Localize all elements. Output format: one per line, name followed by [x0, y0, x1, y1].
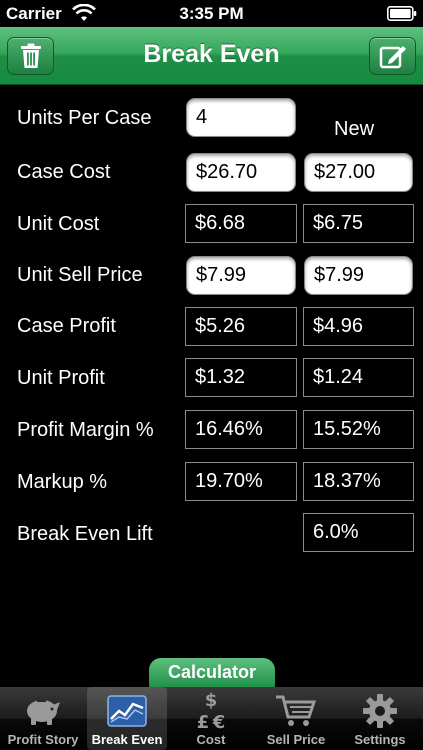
case-profit-value: $5.26 — [185, 307, 297, 346]
new-case-cost-input[interactable]: $27.00 — [304, 153, 413, 192]
new-unit-cost-value: $6.75 — [303, 204, 414, 243]
tab-profit-story-label: Profit Story — [7, 732, 79, 747]
units-per-case-input[interactable]: 4 — [186, 98, 296, 137]
piggy-bank-icon — [27, 700, 60, 725]
break-even-lift-label: Break Even Lift — [17, 523, 153, 545]
svg-text:£: £ — [197, 712, 210, 732]
tab-break-even-label: Break Even — [91, 732, 163, 747]
status-bar: Carrier 3:35 PM — [0, 0, 423, 27]
svg-text:$: $ — [205, 690, 218, 711]
case-cost-input[interactable]: $26.70 — [186, 153, 296, 192]
svg-text:€: € — [212, 712, 226, 732]
unit-sell-price-label: Unit Sell Price — [17, 264, 143, 286]
markup-value: 19.70% — [185, 462, 297, 501]
units-per-case-label: Units Per Case — [17, 107, 152, 129]
battery-icon — [387, 6, 417, 21]
new-markup-value: 18.37% — [303, 462, 414, 501]
unit-cost-value: $6.68 — [185, 204, 297, 243]
tab-settings-label: Settings — [354, 732, 406, 747]
tab-break-even[interactable]: Break Even — [87, 687, 167, 750]
profit-margin-label: Profit Margin % — [17, 419, 154, 441]
tab-sell-price[interactable]: Sell Price — [256, 687, 336, 750]
calculator-tab[interactable]: Calculator — [149, 658, 275, 688]
page-title: Break Even — [143, 40, 280, 68]
unit-sell-price-input[interactable]: $7.99 — [186, 256, 296, 295]
navigation-bar: Break Even — [0, 27, 423, 85]
line-chart-icon — [107, 695, 147, 727]
tab-bar: Profit Story Break Even $ £ € Cost Sell … — [0, 687, 423, 750]
unit-profit-label: Unit Profit — [17, 367, 105, 389]
compose-button[interactable] — [369, 37, 416, 75]
break-even-lift-value: 6.0% — [303, 513, 414, 552]
tab-profit-story[interactable]: Profit Story — [3, 687, 83, 750]
tab-sell-price-label: Sell Price — [266, 732, 326, 747]
currency-icon: $ £ € — [197, 690, 226, 732]
new-unit-sell-price-input[interactable]: $7.99 — [304, 256, 413, 295]
tab-settings[interactable]: Settings — [340, 687, 420, 750]
case-profit-label: Case Profit — [17, 315, 116, 337]
new-unit-profit-value: $1.24 — [303, 358, 414, 397]
new-column-header: New — [334, 118, 375, 140]
unit-profit-value: $1.32 — [185, 358, 297, 397]
unit-cost-label: Unit Cost — [17, 213, 100, 235]
markup-label: Markup % — [17, 471, 108, 493]
new-case-profit-value: $4.96 — [303, 307, 414, 346]
clock: 3:35 PM — [179, 4, 244, 23]
tab-cost-label: Cost — [196, 732, 226, 747]
case-cost-label: Case Cost — [17, 161, 111, 183]
profit-margin-value: 16.46% — [185, 410, 297, 449]
tab-cost[interactable]: $ £ € Cost — [171, 687, 251, 750]
compose-icon — [379, 46, 406, 69]
new-profit-margin-value: 15.52% — [303, 410, 414, 449]
shopping-cart-icon — [276, 695, 317, 726]
gear-icon — [363, 694, 397, 728]
